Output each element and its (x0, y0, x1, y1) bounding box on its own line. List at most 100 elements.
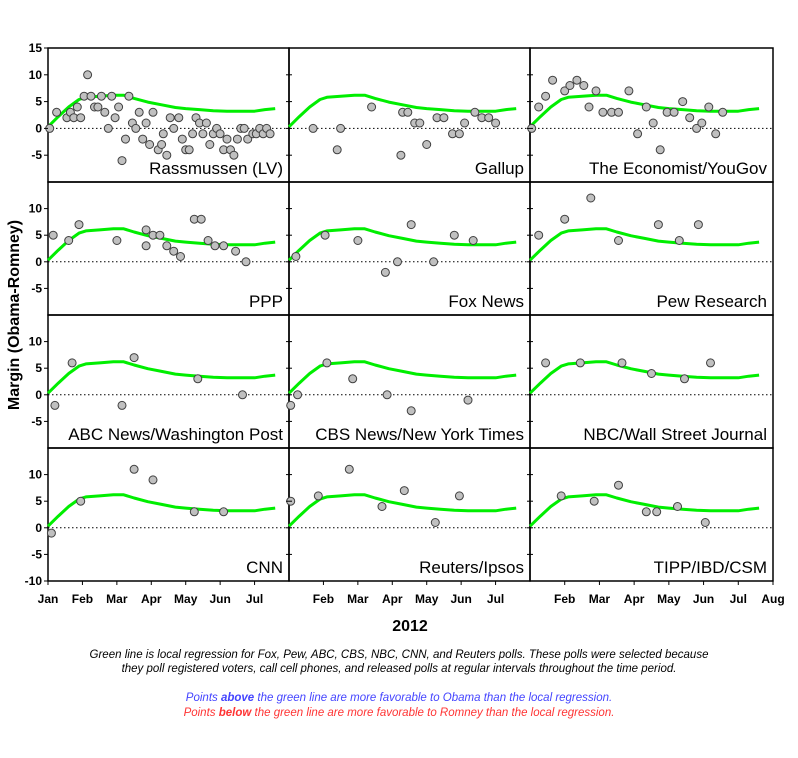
poll-point (429, 257, 439, 267)
poll-point (96, 91, 106, 101)
poll-point (238, 390, 247, 400)
x-tick-label: Jul (487, 592, 504, 606)
panel-label: Rassmussen (LV) (149, 159, 283, 178)
poll-point (177, 134, 187, 144)
poll-point (129, 464, 139, 474)
x-tick-label: May (657, 592, 681, 606)
panels-group: Rassmussen (LV) Gallup The Economist/YouGo… (45, 47, 774, 582)
poll-point (541, 91, 551, 101)
poll-point (591, 86, 601, 96)
poll-point (348, 374, 358, 384)
panel-the-economist-yougov: The Economist/YouGov (527, 47, 774, 183)
poll-point (189, 507, 199, 517)
poll-point (380, 267, 390, 277)
y-tick-label: 10 (29, 335, 43, 349)
poll-point (286, 400, 296, 410)
regression-line (528, 227, 760, 262)
x-tick-label: May (174, 592, 198, 606)
poll-point (46, 528, 56, 538)
poll-point (210, 241, 220, 251)
poll-point (556, 491, 566, 501)
x-tick-label: Apr (624, 592, 645, 606)
poll-point (155, 230, 165, 240)
regression-line (287, 493, 517, 528)
poll-point (93, 102, 103, 112)
y-tick-label: 5 (35, 361, 42, 375)
poll-point (100, 107, 110, 117)
poll-point (406, 220, 416, 230)
y-tick-label: 15 (29, 41, 43, 55)
poll-point (103, 123, 113, 133)
poll-point (541, 358, 551, 368)
poll-point (678, 97, 688, 107)
poll-point (647, 369, 656, 378)
poll-point (222, 134, 232, 144)
poll-point (449, 230, 459, 240)
y-tick-label: -5 (31, 148, 42, 162)
poll-point (76, 496, 86, 506)
x-tick-label: Feb (313, 592, 334, 606)
poll-point (134, 107, 144, 117)
caption-regression-note: Green line is local regression for Fox, … (0, 648, 798, 676)
x-tick-label: May (415, 592, 439, 606)
x-tick-label: Mar (347, 592, 369, 606)
panel-label: Gallup (475, 159, 524, 178)
regression-line (528, 360, 760, 395)
caption-line-1: Green line is local regression for Fox, … (89, 649, 709, 661)
caption-below-note: Points below the green line are more fav… (0, 706, 798, 720)
poll-point (196, 214, 206, 224)
poll-point (399, 486, 409, 496)
poll-point (291, 252, 301, 261)
poll-point (50, 400, 60, 410)
poll-point (377, 502, 387, 511)
poll-point (157, 140, 167, 149)
panel-label: Pew Research (656, 292, 767, 311)
caption-line-2: they poll registered voters, call cell p… (121, 663, 677, 675)
poll-point (48, 230, 58, 240)
y-tick-label: 0 (35, 521, 42, 535)
poll-point (641, 507, 651, 517)
x-axis-title: 2012 (392, 618, 428, 635)
poll-point (680, 374, 689, 384)
y-tick-label: 5 (35, 95, 42, 109)
poll-point (669, 107, 679, 117)
poll-point (76, 113, 86, 123)
regression-line (287, 360, 517, 395)
poll-point (697, 118, 707, 128)
poll-point (560, 214, 570, 224)
panel-gallup: Gallup (287, 47, 531, 183)
poll-point (188, 129, 198, 139)
poll-point (704, 102, 714, 112)
poll-point (463, 395, 473, 405)
poll-point (548, 75, 558, 85)
poll-point (579, 81, 589, 90)
x-tick-label: Mar (589, 592, 611, 606)
caption-below-bold: below (218, 707, 252, 719)
poll-point (148, 475, 158, 485)
panel-label: ABC News/Washington Post (68, 425, 283, 444)
poll-point (74, 220, 84, 230)
poll-point (112, 236, 122, 245)
y-tick-label: 5 (35, 494, 42, 508)
poll-point (344, 464, 354, 474)
poll-point (169, 123, 179, 133)
poll-point (403, 107, 413, 117)
poll-point (614, 480, 623, 490)
poll-point (470, 107, 480, 117)
poll-point (336, 123, 346, 133)
poll-point (67, 358, 77, 368)
x-tick-label: Jun (693, 592, 714, 606)
poll-point (169, 246, 179, 256)
poll-point (158, 129, 168, 139)
poll-point (145, 140, 155, 149)
poll-point (184, 145, 194, 155)
poll-point (439, 113, 449, 123)
poll-point (239, 123, 249, 133)
panel-label: CBS News/New York Times (315, 425, 524, 444)
y-tick-label: 10 (29, 68, 43, 82)
poll-point (165, 113, 175, 123)
poll-point (711, 129, 721, 139)
caption-above-prefix: Points (185, 692, 221, 704)
x-tick-label: Jul (246, 592, 263, 606)
panel-fox-news: Fox News (287, 181, 531, 316)
